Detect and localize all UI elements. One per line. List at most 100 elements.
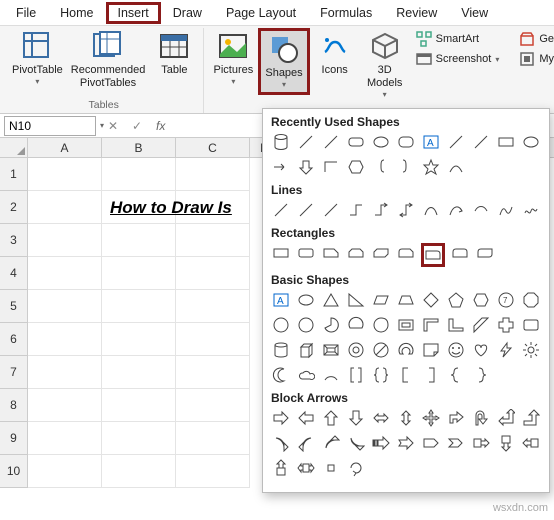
tab-review[interactable]: Review xyxy=(384,2,449,24)
tab-pagelayout[interactable]: Page Layout xyxy=(214,2,308,24)
shape-curved-down-arrow-icon[interactable] xyxy=(346,433,366,453)
shape-bent-arrow-icon[interactable] xyxy=(446,408,466,428)
cell[interactable] xyxy=(102,290,176,323)
shape-oval-icon[interactable] xyxy=(371,132,391,152)
shape-plaque-icon[interactable] xyxy=(521,315,541,335)
row-header[interactable]: 9 xyxy=(0,422,28,455)
shape-round2-rect-icon[interactable] xyxy=(450,243,470,263)
cell[interactable] xyxy=(28,191,102,224)
shape-pentagon-arrow-icon[interactable] xyxy=(421,433,441,453)
shape-up-arrow-icon[interactable] xyxy=(321,408,341,428)
shape-bevel-icon[interactable] xyxy=(321,340,341,360)
cell[interactable] xyxy=(28,455,102,488)
row-header[interactable]: 6 xyxy=(0,323,28,356)
cell[interactable] xyxy=(102,356,176,389)
tab-file[interactable]: File xyxy=(4,2,48,24)
shape-rounded-rect-icon[interactable] xyxy=(346,132,366,152)
shape-round-diag-rect-icon[interactable] xyxy=(475,243,495,263)
shape-right-brace-icon[interactable] xyxy=(471,365,491,385)
shape-plus-icon[interactable] xyxy=(496,315,516,335)
col-header-c[interactable]: C xyxy=(176,138,250,157)
shape-brace-icon[interactable] xyxy=(371,157,391,177)
shape-leftright-arrow-icon[interactable] xyxy=(371,408,391,428)
shape-moon-icon[interactable] xyxy=(271,365,291,385)
shape-updown-arrow-icon[interactable] xyxy=(396,408,416,428)
tab-draw[interactable]: Draw xyxy=(161,2,214,24)
shape-up-callout-arrow-icon[interactable] xyxy=(271,458,291,478)
cell[interactable] xyxy=(176,290,250,323)
shape-circular-arrow-icon[interactable] xyxy=(346,458,366,478)
enter-formula-button[interactable]: ✓ xyxy=(128,119,146,133)
pictures-button[interactable]: Pictures ▾ xyxy=(208,28,258,89)
my-addins-button[interactable]: My xyxy=(515,50,554,68)
shape-folded-corner-icon[interactable] xyxy=(421,340,441,360)
shape-brace-pair-icon[interactable] xyxy=(371,365,391,385)
shape-left-callout-arrow-icon[interactable] xyxy=(521,433,541,453)
shape-leftright-callout-icon[interactable] xyxy=(296,458,316,478)
shape-pentagon-icon[interactable] xyxy=(446,290,466,310)
name-box[interactable] xyxy=(4,116,96,136)
shape-curved-left-arrow-icon[interactable] xyxy=(296,433,316,453)
shape-octagon-icon[interactable] xyxy=(521,290,541,310)
cell[interactable] xyxy=(176,356,250,389)
shape-rect-icon[interactable] xyxy=(271,243,291,263)
shape-heart-icon[interactable] xyxy=(471,340,491,360)
cell[interactable] xyxy=(28,158,102,191)
shape-snip-diag-rect-icon[interactable] xyxy=(371,243,391,263)
shape-round1-rect-icon[interactable] xyxy=(421,243,445,267)
shape-sun-icon[interactable] xyxy=(521,340,541,360)
shape-line-icon[interactable] xyxy=(296,200,316,220)
cell[interactable] xyxy=(176,323,250,356)
shape-arrow-icon[interactable] xyxy=(271,157,291,177)
screenshot-button[interactable]: Screenshot ▾ xyxy=(412,50,504,68)
get-addins-button[interactable]: Ge xyxy=(515,30,554,48)
tab-insert[interactable]: Insert xyxy=(106,2,161,24)
shape-donut-icon[interactable] xyxy=(346,340,366,360)
shape-teardrop-icon[interactable] xyxy=(371,315,391,335)
shape-l-icon[interactable] xyxy=(446,315,466,335)
smartart-button[interactable]: SmartArt xyxy=(412,30,504,48)
shape-elbow-double-icon[interactable] xyxy=(396,200,416,220)
shape-oval-icon[interactable] xyxy=(296,290,316,310)
shape-left-arrow-icon[interactable] xyxy=(296,408,316,428)
pivottable-button[interactable]: PivotTable ▾ xyxy=(8,28,67,89)
shape-elbow-arrow-icon[interactable] xyxy=(371,200,391,220)
shape-right-triangle-icon[interactable] xyxy=(346,290,366,310)
shape-dodecagon-icon[interactable] xyxy=(296,315,316,335)
row-header[interactable]: 1 xyxy=(0,158,28,191)
shape-snip2-rect-icon[interactable] xyxy=(346,243,366,263)
shape-right-callout-arrow-icon[interactable] xyxy=(471,433,491,453)
shape-right-arrow-icon[interactable] xyxy=(271,408,291,428)
shape-bracket-icon[interactable] xyxy=(346,365,366,385)
shape-diamond-icon[interactable] xyxy=(421,290,441,310)
row-header[interactable]: 10 xyxy=(0,455,28,488)
shape-quad-callout-icon[interactable] xyxy=(321,458,341,478)
row-header[interactable]: 3 xyxy=(0,224,28,257)
shape-lightning-icon[interactable] xyxy=(496,340,516,360)
col-header-a[interactable]: A xyxy=(28,138,102,157)
cancel-formula-button[interactable]: ✕ xyxy=(104,119,122,133)
shape-line-icon[interactable] xyxy=(321,132,341,152)
shape-line-icon[interactable] xyxy=(446,132,466,152)
cell[interactable] xyxy=(176,455,250,488)
cell[interactable] xyxy=(102,422,176,455)
shape-rect-icon[interactable] xyxy=(496,132,516,152)
shape-half-frame-icon[interactable] xyxy=(421,315,441,335)
shape-chord-icon[interactable] xyxy=(346,315,366,335)
shape-rounded-rect-icon[interactable] xyxy=(396,132,416,152)
shape-curve-arrow-icon[interactable] xyxy=(446,200,466,220)
tab-home[interactable]: Home xyxy=(48,2,105,24)
shape-heptagon-icon[interactable]: 7 xyxy=(496,290,516,310)
cell[interactable] xyxy=(28,389,102,422)
cell[interactable] xyxy=(28,356,102,389)
shape-right-bracket-icon[interactable] xyxy=(421,365,441,385)
fx-label[interactable]: fx xyxy=(156,119,165,133)
shape-notched-right-arrow-icon[interactable] xyxy=(396,433,416,453)
shape-smiley-icon[interactable] xyxy=(446,340,466,360)
shape-curve-double-icon[interactable] xyxy=(471,200,491,220)
shape-oval-icon[interactable] xyxy=(521,132,541,152)
shape-chevron-icon[interactable] xyxy=(446,433,466,453)
shape-scribble-icon[interactable] xyxy=(521,200,541,220)
shape-textbox-icon[interactable]: A xyxy=(421,132,441,152)
3d-models-button[interactable]: 3D Models ▾ xyxy=(360,28,410,102)
